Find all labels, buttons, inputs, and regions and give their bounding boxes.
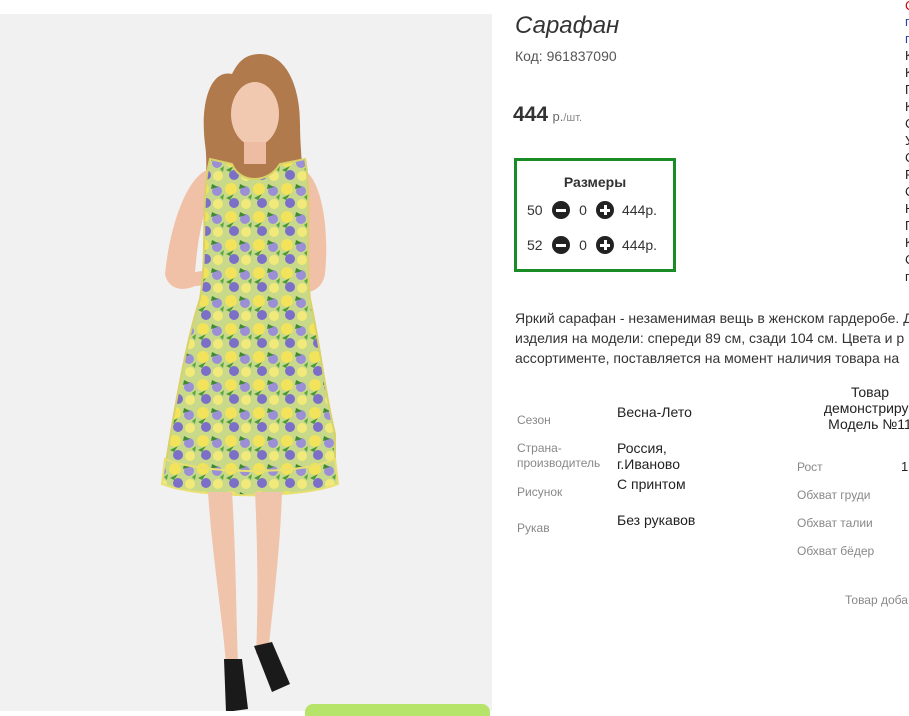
right-text: К [905, 48, 909, 63]
price-per-unit: /шт. [563, 112, 583, 124]
right-text: У [905, 133, 909, 148]
size-row: 52 0 444р. [527, 235, 657, 255]
product-code-value: 961837090 [546, 48, 617, 64]
right-text: Н [905, 201, 909, 216]
size-label: 50 [527, 202, 543, 218]
right-text: С [905, 116, 909, 131]
model-title-line: Модель №11 [828, 416, 909, 432]
right-link[interactable]: С [905, 0, 909, 13]
minus-circle-icon[interactable] [552, 236, 570, 254]
right-link[interactable]: п [905, 31, 909, 46]
right-text: К [905, 235, 909, 250]
attribute-value: Россия, г.Иваново [617, 440, 680, 472]
measure-label: Рост [797, 460, 823, 474]
quantity-value[interactable]: 0 [570, 237, 596, 253]
footer-note: Товар доба [845, 593, 908, 607]
plus-circle-icon[interactable] [596, 201, 614, 219]
attribute-label: Сезон [517, 413, 551, 427]
description-line: ассортименте, поставляется на момент нал… [515, 350, 900, 366]
model-title-line: демонстрируе [823, 400, 909, 416]
attribute-value: С принтом [617, 476, 686, 492]
right-text: С [905, 252, 909, 267]
plus-circle-icon[interactable] [596, 236, 614, 254]
product-code: Код: 961837090 [515, 48, 617, 64]
description-line: изделия на модели: спереди 89 см, сзади … [515, 330, 905, 346]
add-to-cart-button-edge[interactable] [305, 704, 490, 716]
product-title: Сарафан [515, 12, 620, 39]
description-line: Яркий сарафан - незаменимая вещь в женск… [515, 310, 909, 326]
attribute-label: Рисунок [517, 485, 563, 499]
right-text: С [905, 150, 909, 165]
product-price: 444 р./шт. [513, 103, 582, 127]
measure-label: Обхват груди [797, 488, 871, 502]
attribute-value: Без рукавов [617, 512, 696, 528]
right-text: Р [905, 167, 909, 182]
measure-value: 1 [901, 459, 909, 474]
size-price: 444р. [622, 237, 658, 253]
model-photo-illustration [160, 54, 340, 711]
right-text: П [905, 82, 909, 97]
size-label: 52 [527, 237, 543, 253]
product-description: Яркий сарафан - незаменимая вещь в женск… [515, 308, 909, 368]
right-text: К [905, 65, 909, 80]
product-photo[interactable] [0, 14, 492, 711]
minus-circle-icon[interactable] [552, 201, 570, 219]
model-title-line: Товар [850, 384, 890, 400]
model-info-title: Товар демонстрируе Модель №11 [790, 384, 909, 432]
right-sidebar-clipped: С п п К К П К С У С Р С Н П К С п [905, 0, 909, 300]
product-code-label: Код: [515, 48, 543, 64]
measure-label: Обхват бёдер [797, 544, 875, 558]
right-text: П [905, 218, 909, 233]
measure-label: Обхват талии [797, 516, 873, 530]
price-currency: р. [552, 109, 564, 124]
right-text: С [905, 184, 909, 199]
sizes-title: Размеры [563, 174, 627, 190]
attribute-value: Весна-Лето [617, 404, 692, 420]
attribute-label: Страна-производитель [517, 441, 601, 470]
attribute-label: Рукав [517, 521, 550, 535]
price-value: 444 [513, 103, 549, 126]
quantity-value[interactable]: 0 [570, 202, 596, 218]
right-text: К [905, 99, 909, 114]
sizes-panel: Размеры 50 0 444р. 52 0 444р. [514, 158, 676, 272]
right-link[interactable]: п [905, 14, 909, 29]
right-text: п [905, 269, 909, 284]
size-row: 50 0 444р. [527, 200, 657, 220]
size-price: 444р. [622, 202, 658, 218]
